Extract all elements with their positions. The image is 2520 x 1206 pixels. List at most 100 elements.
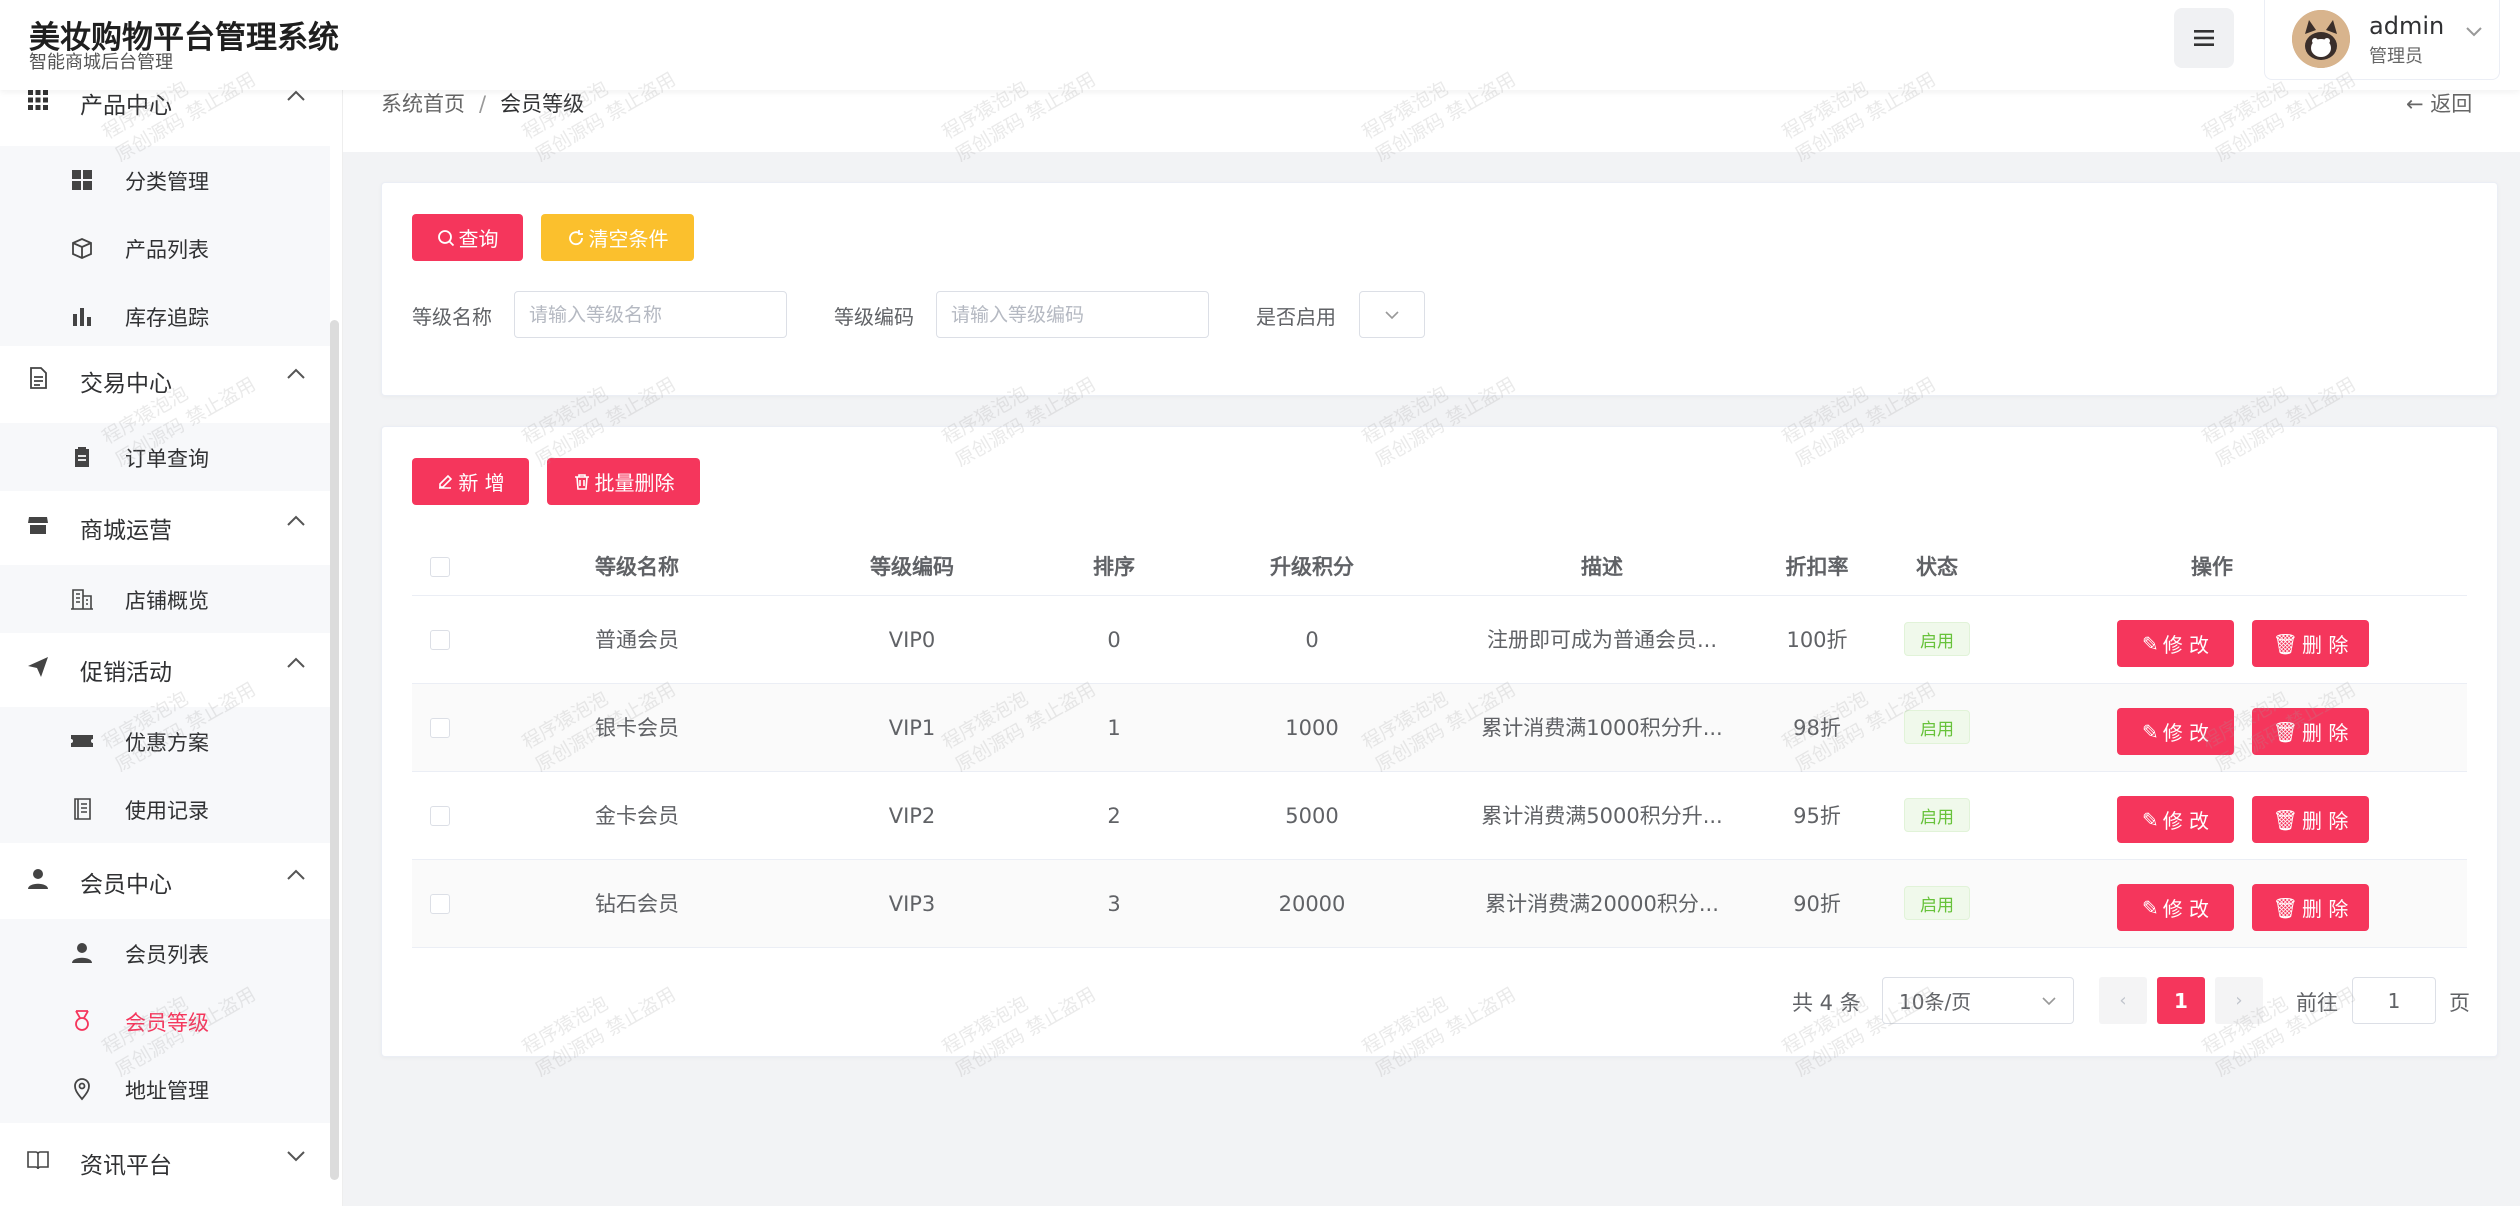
page-size-select[interactable]: 10条/页: [1882, 977, 2074, 1024]
enabled-select[interactable]: [1359, 291, 1425, 338]
notebook-icon: [74, 798, 91, 820]
chevron-up-icon: [287, 90, 305, 101]
pagination: 共 4 条 10条/页 ‹ 1 › 前往 页: [382, 427, 2497, 1056]
back-button[interactable]: ← 返回: [2406, 88, 2472, 118]
menu-toggle-button[interactable]: [2174, 8, 2234, 68]
breadcrumb-bar: 系统首页 / 会员等级 ← 返回: [343, 90, 2520, 152]
level-name-input[interactable]: [514, 291, 787, 338]
chevron-down-icon: [2466, 27, 2482, 37]
user-icon: [72, 943, 92, 963]
level-name-label: 等级名称: [412, 305, 492, 329]
chevron-up-icon: [287, 368, 305, 379]
page-size-value: 10条/页: [1899, 990, 1972, 1014]
sidebar-submenu-trade: 订单查询: [0, 423, 330, 491]
sidebar-item-category[interactable]: 分类管理: [0, 146, 330, 214]
box-icon: [72, 238, 92, 259]
user-name: admin: [2369, 12, 2445, 40]
bar-chart-icon: [73, 308, 91, 326]
location-icon: [74, 1078, 90, 1101]
chevron-down-icon: [287, 1151, 305, 1162]
sidebar-group-news[interactable]: 资讯平台: [0, 1126, 330, 1196]
app-subtitle: 智能商城后台管理: [29, 52, 173, 73]
chevron-left-icon: ‹: [2119, 990, 2127, 1011]
sidebar-item-label: 会员等级: [125, 1011, 209, 1035]
pagination-total: 共 4 条: [1792, 991, 1861, 1015]
clear-button[interactable]: 清空条件: [541, 214, 694, 261]
hamburger-icon: [2194, 30, 2214, 46]
store-icon: [28, 517, 48, 534]
chevron-up-icon: [287, 869, 305, 880]
sidebar-submenu-promotion: 优惠方案 使用记录: [0, 707, 330, 843]
chevron-down-icon: [1385, 310, 1399, 319]
breadcrumb: 系统首页 / 会员等级: [381, 88, 584, 118]
next-page-button[interactable]: ›: [2215, 977, 2263, 1024]
sidebar-group-label: 促销活动: [80, 660, 172, 686]
breadcrumb-separator: /: [479, 92, 487, 116]
sidebar-item-label: 会员列表: [125, 943, 209, 967]
sidebar-item-inventory[interactable]: 库存追踪: [0, 282, 330, 350]
sidebar-item-label: 优惠方案: [125, 731, 209, 755]
chevron-down-icon: [2042, 996, 2056, 1005]
chevron-up-icon: [287, 515, 305, 526]
breadcrumb-current: 会员等级: [500, 92, 585, 116]
page-suffix: 页: [2449, 991, 2470, 1015]
avatar: [2292, 10, 2350, 68]
goto-page-input[interactable]: [2352, 977, 2436, 1024]
user-icon: [28, 869, 48, 889]
level-code-label: 等级编码: [834, 305, 914, 329]
sidebar-item-orders[interactable]: 订单查询: [0, 423, 330, 491]
sidebar-item-member-level[interactable]: 会员等级: [0, 987, 330, 1055]
query-button-label: 查询: [458, 227, 499, 251]
sidebar: 产品中心 分类管理 产品列表 库存追踪 交易中心 订单查询 商城运营 店铺概览 …: [0, 90, 343, 1206]
sidebar-scrollbar[interactable]: [330, 320, 339, 1180]
chevron-up-icon: [287, 657, 305, 668]
sidebar-item-label: 分类管理: [125, 170, 209, 194]
sidebar-item-label: 库存追踪: [125, 306, 209, 330]
sidebar-group-member[interactable]: 会员中心: [0, 845, 330, 915]
breadcrumb-home[interactable]: 系统首页: [381, 92, 465, 116]
query-button[interactable]: 查询: [412, 214, 523, 261]
ticket-icon: [71, 735, 93, 747]
user-role: 管理员: [2369, 46, 2423, 67]
sidebar-item-label: 产品列表: [125, 238, 209, 262]
book-icon: [27, 1151, 49, 1170]
arrow-left-icon: ←: [2406, 92, 2424, 116]
sidebar-group-operation[interactable]: 商城运营: [0, 491, 330, 561]
sidebar-submenu-products: 分类管理 产品列表 库存追踪: [0, 146, 330, 346]
sidebar-item-member-list[interactable]: 会员列表: [0, 919, 330, 987]
level-code-input[interactable]: [936, 291, 1209, 338]
sidebar-item-product-list[interactable]: 产品列表: [0, 214, 330, 282]
sidebar-item-coupon-plan[interactable]: 优惠方案: [0, 707, 330, 775]
search-icon: [437, 229, 454, 246]
sidebar-item-label: 店铺概览: [125, 589, 209, 613]
chevron-right-icon: ›: [2235, 990, 2243, 1011]
grid-icon: [28, 90, 48, 110]
clear-button-label: 清空条件: [588, 227, 669, 251]
user-menu[interactable]: admin 管理员: [2264, 0, 2500, 80]
sidebar-item-usage-record[interactable]: 使用记录: [0, 775, 330, 843]
sidebar-group-label: 会员中心: [80, 872, 172, 898]
prev-page-button[interactable]: ‹: [2099, 977, 2147, 1024]
goto-label: 前往: [2296, 991, 2338, 1015]
refresh-icon: [568, 229, 583, 245]
sidebar-item-label: 地址管理: [125, 1079, 209, 1103]
apps-icon: [72, 170, 92, 190]
top-header: 美妆购物平台管理系统 智能商城后台管理 admin 管理员: [0, 0, 2520, 90]
sidebar-group-label: 交易中心: [80, 371, 172, 397]
sidebar-item-label: 使用记录: [125, 799, 209, 823]
sidebar-item-store-overview[interactable]: 店铺概览: [0, 565, 330, 633]
sidebar-group-trade[interactable]: 交易中心: [0, 344, 330, 414]
building-icon: [71, 589, 93, 610]
medal-icon: [75, 1010, 89, 1031]
table-card: 新 增 批量删除 等级名称 等级编码 排序 升级积分 描述 折扣率 状态 操作 …: [381, 426, 2498, 1057]
sidebar-group-label: 产品中心: [80, 93, 172, 119]
sidebar-item-address[interactable]: 地址管理: [0, 1055, 330, 1123]
document-icon: [30, 367, 47, 389]
back-label: 返回: [2430, 92, 2473, 116]
sidebar-submenu-member: 会员列表 会员等级 地址管理: [0, 919, 330, 1123]
sidebar-item-label: 订单查询: [125, 447, 209, 471]
sidebar-group-label: 商城运营: [80, 518, 172, 544]
page-button-current[interactable]: 1: [2157, 977, 2205, 1024]
send-icon: [28, 657, 48, 677]
sidebar-group-promotion[interactable]: 促销活动: [0, 633, 330, 703]
